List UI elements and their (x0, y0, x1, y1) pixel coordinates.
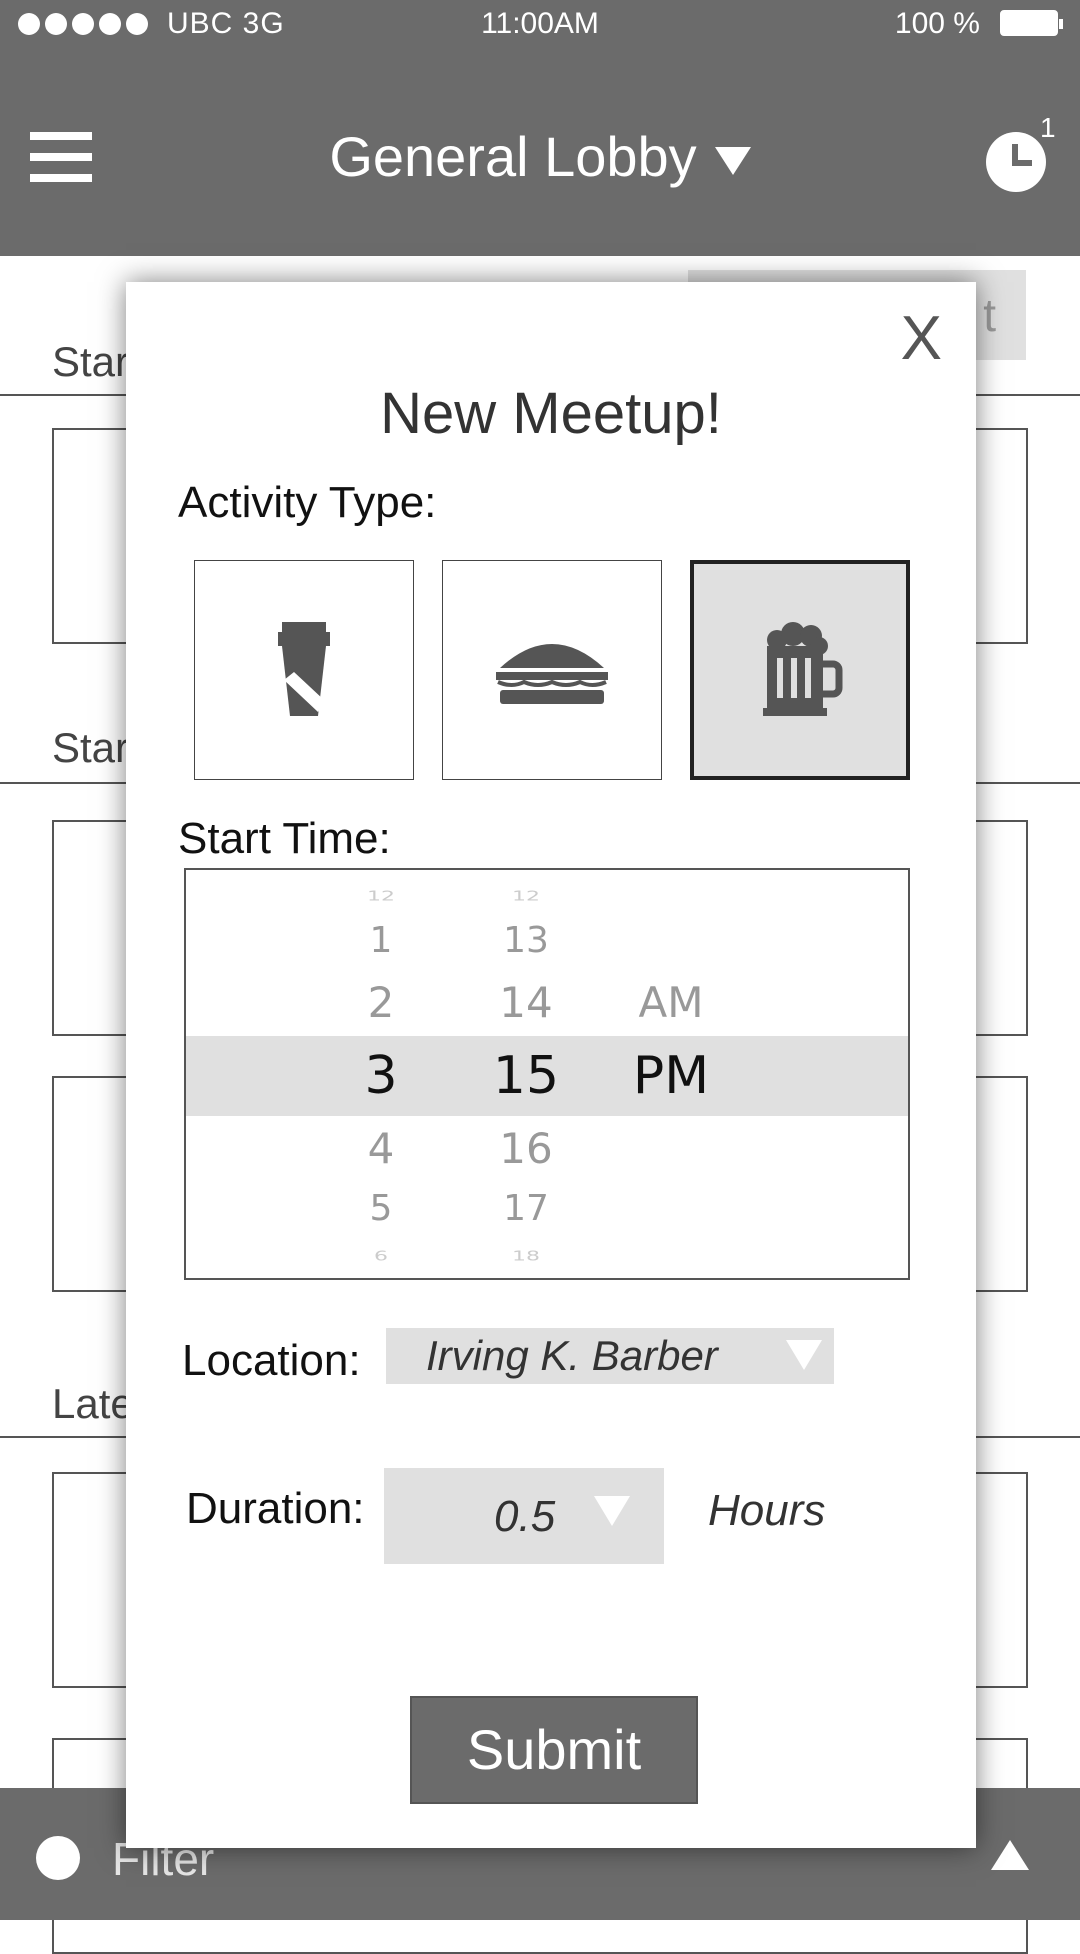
submit-button[interactable]: Submit (410, 1696, 698, 1804)
dropdown-arrow-icon (594, 1496, 630, 1526)
picker-hour[interactable]: 4 (341, 1124, 421, 1173)
duration-value: 0.5 (494, 1492, 556, 1541)
activity-option-coffee[interactable] (194, 560, 414, 780)
beer-icon (763, 622, 843, 716)
picker-hour[interactable]: 12 (341, 889, 421, 904)
notification-count: 1 (1040, 112, 1056, 143)
activity-type-label: Activity Type: (178, 478, 437, 527)
expand-up-icon[interactable] (991, 1840, 1029, 1870)
close-button[interactable]: X (901, 304, 942, 374)
picker-hour-selected[interactable]: 3 (341, 1046, 421, 1106)
duration-unit-label: Hours (708, 1486, 826, 1535)
picker-hour[interactable]: 5 (341, 1188, 421, 1229)
caret-down-icon (714, 147, 751, 176)
picker-minute[interactable]: 16 (481, 1124, 571, 1173)
picker-minute[interactable]: 14 (481, 978, 571, 1027)
picker-pm-selected[interactable]: PM (616, 1046, 726, 1106)
filter-toggle-icon[interactable] (36, 1836, 80, 1880)
clock-icon[interactable] (986, 132, 1046, 192)
location-value: Irving K. Barber (426, 1332, 718, 1379)
picker-minute[interactable]: 12 (481, 889, 571, 904)
new-meetup-modal: X New Meetup! Activity Type: Start Time:… (126, 282, 976, 1848)
dropdown-arrow-icon (786, 1340, 822, 1370)
battery-icon (1000, 10, 1063, 36)
location-label: Location: (182, 1336, 361, 1385)
section-label: Star (52, 338, 130, 385)
lobby-selector[interactable]: General Lobby (0, 122, 1080, 192)
battery-percent: 100 % (894, 7, 980, 40)
picker-minute[interactable]: 17 (481, 1188, 571, 1229)
activity-option-beer[interactable] (690, 560, 910, 780)
picker-minute-selected[interactable]: 15 (481, 1046, 571, 1106)
picker-minute[interactable]: 13 (481, 920, 571, 961)
location-dropdown[interactable]: Irving K. Barber (386, 1328, 834, 1384)
picker-am[interactable]: AM (616, 978, 726, 1027)
start-time-label: Start Time: (178, 814, 391, 863)
section-label: Late (52, 1380, 134, 1427)
start-time-picker[interactable]: 12 1 2 3 4 5 6 12 13 14 15 16 17 18 AM P… (184, 868, 910, 1280)
picker-minute[interactable]: 18 (481, 1249, 571, 1264)
burger-icon (496, 644, 608, 704)
coffee-icon (278, 622, 330, 716)
picker-hour[interactable]: 6 (341, 1249, 421, 1264)
duration-label: Duration: (186, 1484, 365, 1533)
lobby-title: General Lobby (329, 125, 697, 188)
activity-option-burger[interactable] (442, 560, 662, 780)
modal-title: New Meetup! (380, 381, 722, 446)
picker-hour[interactable]: 1 (341, 920, 421, 961)
section-label: Star (52, 724, 130, 771)
picker-hour[interactable]: 2 (341, 978, 421, 1027)
duration-dropdown[interactable]: 0.5 (384, 1468, 664, 1564)
